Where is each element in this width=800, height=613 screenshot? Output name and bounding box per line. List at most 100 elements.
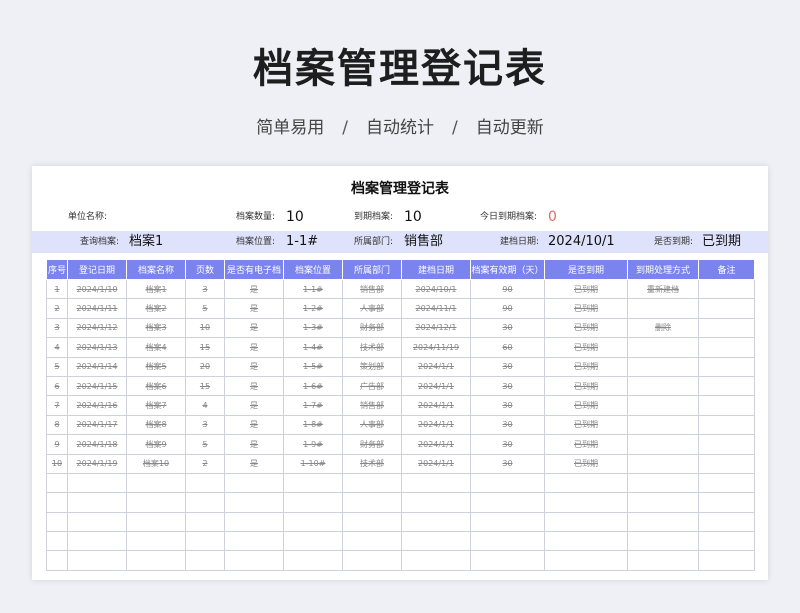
table-cell-col-archive-name[interactable] [126, 550, 186, 571]
table-cell-col-seq[interactable] [46, 531, 68, 552]
table-cell-col-has-electronic[interactable]: 是 [224, 375, 284, 397]
table-cell-col-validity-days[interactable]: 90 [470, 298, 545, 319]
table-cell-col-archive-date[interactable]: 2024/1/1 [401, 434, 471, 455]
query-archive-input[interactable]: 档案1 [129, 231, 163, 253]
table-cell-col-department[interactable]: 广告部 [342, 375, 402, 397]
table-cell-col-expiry-handling[interactable] [627, 337, 699, 358]
table-row[interactable]: 6 2024/1/15 档案6 15 是 1-6# 广告部 2024/1/1 30 已到期 [46, 375, 755, 397]
table-cell-col-archive-name[interactable]: 档案2 [126, 298, 186, 319]
table-cell-col-pages[interactable]: 2 [185, 453, 225, 474]
table-cell-col-has-electronic[interactable]: 是 [224, 453, 284, 474]
table-cell-col-expiry-handling[interactable] [627, 492, 699, 513]
table-cell-col-expired[interactable] [544, 492, 628, 513]
header-col-reg-date[interactable]: 登记日期 [67, 259, 127, 280]
table-cell-col-has-electronic[interactable]: 是 [224, 298, 284, 319]
table-cell-col-remarks[interactable] [698, 511, 755, 533]
table-cell-col-reg-date[interactable]: 2024/1/13 [67, 337, 127, 358]
table-cell-col-pages[interactable]: 15 [185, 375, 225, 397]
table-cell-col-reg-date[interactable] [67, 531, 127, 552]
table-cell-col-reg-date[interactable] [67, 550, 127, 571]
table-row[interactable]: 8 2024/1/17 档案8 3 是 1-8# 人事部 2024/1/1 30 已到期 [46, 414, 755, 436]
table-cell-col-validity-days[interactable]: 30 [470, 375, 545, 397]
table-cell-col-seq[interactable]: 8 [46, 414, 68, 436]
table-cell-col-pages[interactable]: 3 [185, 278, 225, 300]
table-cell-col-remarks[interactable] [698, 317, 755, 339]
table-cell-col-remarks[interactable] [698, 356, 755, 377]
table-cell-col-expiry-handling[interactable] [627, 472, 699, 494]
table-cell-col-position[interactable]: 1-7# [283, 395, 343, 416]
table-row[interactable] [46, 492, 755, 513]
table-cell-col-archive-name[interactable] [126, 531, 186, 552]
table-cell-col-remarks[interactable] [698, 298, 755, 319]
table-cell-col-remarks[interactable] [698, 375, 755, 397]
table-cell-col-archive-name[interactable]: 档案5 [126, 356, 186, 377]
table-cell-col-expiry-handling[interactable] [627, 550, 699, 571]
table-cell-col-position[interactable] [283, 550, 343, 571]
table-cell-col-expired[interactable]: 已到期 [544, 337, 628, 358]
table-cell-col-position[interactable]: 1-9# [283, 434, 343, 455]
table-cell-col-has-electronic[interactable]: 是 [224, 278, 284, 300]
table-cell-col-department[interactable]: 技术部 [342, 453, 402, 474]
table-cell-col-archive-name[interactable]: 档案7 [126, 395, 186, 416]
table-cell-col-reg-date[interactable]: 2024/1/19 [67, 453, 127, 474]
table-cell-col-validity-days[interactable] [470, 472, 545, 494]
header-col-department[interactable]: 所属部门 [342, 259, 402, 280]
table-cell-col-seq[interactable]: 6 [46, 375, 68, 397]
table-cell-col-position[interactable]: 1-2# [283, 298, 343, 319]
table-cell-col-remarks[interactable] [698, 453, 755, 474]
table-cell-col-validity-days[interactable] [470, 550, 545, 571]
table-row[interactable]: 7 2024/1/16 档案7 4 是 1-7# 销售部 2024/1/1 30 已到期 [46, 395, 755, 416]
table-cell-col-archive-name[interactable]: 档案9 [126, 434, 186, 455]
table-cell-col-validity-days[interactable]: 30 [470, 453, 545, 474]
table-cell-col-reg-date[interactable]: 2024/1/12 [67, 317, 127, 339]
table-cell-col-remarks[interactable] [698, 414, 755, 436]
table-cell-col-position[interactable]: 1-1# [283, 278, 343, 300]
table-cell-col-remarks[interactable] [698, 472, 755, 494]
header-col-archive-date[interactable]: 建档日期 [401, 259, 471, 280]
table-cell-col-expiry-handling[interactable] [627, 395, 699, 416]
table-cell-col-has-electronic[interactable]: 是 [224, 337, 284, 358]
table-cell-col-position[interactable] [283, 511, 343, 533]
table-cell-col-seq[interactable] [46, 511, 68, 533]
table-row[interactable]: 5 2024/1/14 档案5 20 是 1-5# 策划部 2024/1/1 30 已到期 [46, 356, 755, 377]
table-row[interactable]: 10 2024/1/19 档案10 2 是 1-10# 技术部 2024/1/1 30 已到期 [46, 453, 755, 474]
table-cell-col-expiry-handling[interactable] [627, 298, 699, 319]
table-cell-col-validity-days[interactable]: 30 [470, 434, 545, 455]
table-cell-col-department[interactable]: 销售部 [342, 278, 402, 300]
table-cell-col-seq[interactable] [46, 472, 68, 494]
table-cell-col-seq[interactable]: 7 [46, 395, 68, 416]
table-cell-col-seq[interactable]: 5 [46, 356, 68, 377]
table-cell-col-archive-name[interactable] [126, 472, 186, 494]
table-cell-col-archive-date[interactable]: 2024/11/1 [401, 298, 471, 319]
table-cell-col-archive-name[interactable]: 档案6 [126, 375, 186, 397]
table-cell-col-department[interactable]: 销售部 [342, 395, 402, 416]
table-cell-col-department[interactable]: 技术部 [342, 337, 402, 358]
table-row[interactable]: 4 2024/1/13 档案4 15 是 1-4# 技术部 2024/11/19 60 已到期 [46, 337, 755, 358]
table-cell-col-reg-date[interactable]: 2024/1/10 [67, 278, 127, 300]
table-cell-col-validity-days[interactable] [470, 511, 545, 533]
table-cell-col-position[interactable]: 1-10# [283, 453, 343, 474]
table-cell-col-seq[interactable] [46, 492, 68, 513]
table-cell-col-has-electronic[interactable] [224, 492, 284, 513]
table-cell-col-remarks[interactable] [698, 337, 755, 358]
table-cell-col-position[interactable] [283, 472, 343, 494]
archive-date-value[interactable]: 2024/10/1 [548, 231, 615, 253]
table-cell-col-reg-date[interactable]: 2024/1/17 [67, 414, 127, 436]
table-cell-col-archive-date[interactable] [401, 472, 471, 494]
table-cell-col-department[interactable] [342, 550, 402, 571]
table-cell-col-pages[interactable]: 10 [185, 317, 225, 339]
table-cell-col-expired[interactable]: 已到期 [544, 395, 628, 416]
table-cell-col-expired[interactable] [544, 550, 628, 571]
table-cell-col-archive-date[interactable]: 2024/11/19 [401, 337, 471, 358]
table-row[interactable] [46, 511, 755, 533]
table-cell-col-pages[interactable] [185, 550, 225, 571]
table-cell-col-department[interactable]: 人事部 [342, 298, 402, 319]
table-cell-col-department[interactable] [342, 531, 402, 552]
table-cell-col-has-electronic[interactable] [224, 472, 284, 494]
table-cell-col-expired[interactable] [544, 511, 628, 533]
table-cell-col-validity-days[interactable] [470, 531, 545, 552]
table-cell-col-expired[interactable] [544, 531, 628, 552]
table-cell-col-has-electronic[interactable]: 是 [224, 356, 284, 377]
table-cell-col-reg-date[interactable]: 2024/1/18 [67, 434, 127, 455]
table-cell-col-expired[interactable] [544, 472, 628, 494]
